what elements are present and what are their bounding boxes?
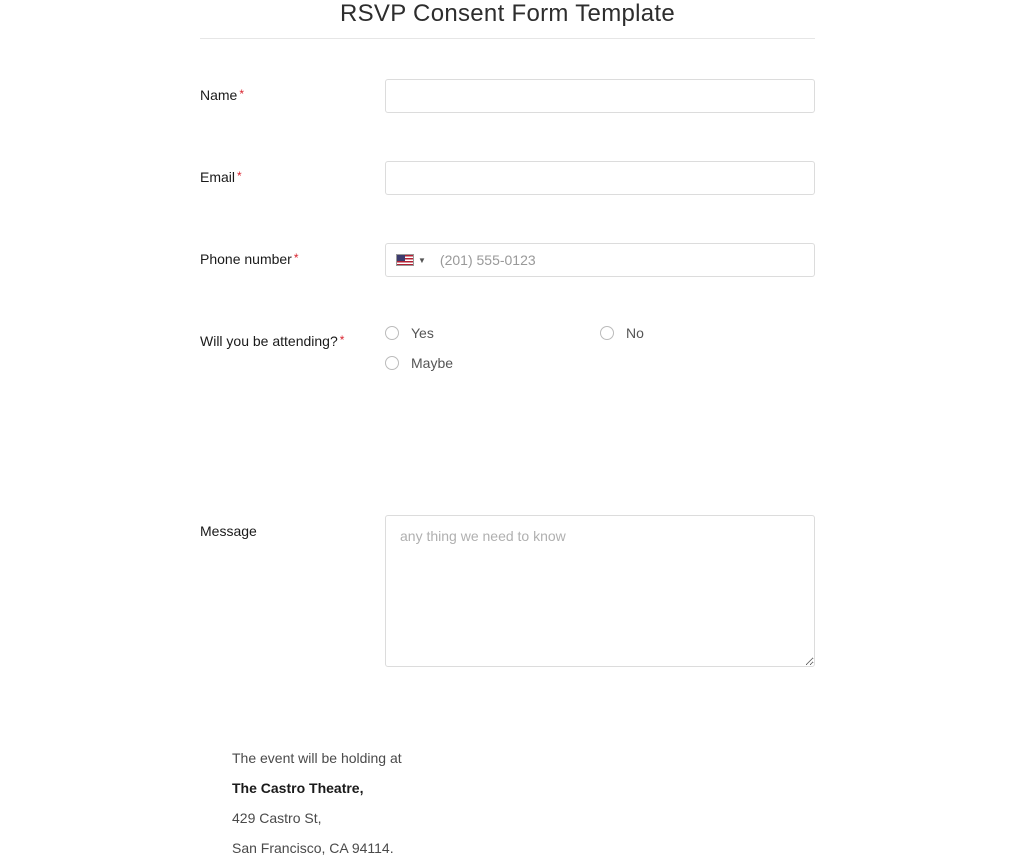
field-attending-row: Will you be attending?* Yes No Maybe bbox=[200, 325, 815, 385]
attending-label: Will you be attending? bbox=[200, 333, 338, 349]
email-input[interactable] bbox=[385, 161, 815, 195]
name-label: Name bbox=[200, 87, 237, 103]
field-phone-row: Phone number* ▼ bbox=[200, 243, 815, 277]
email-label: Email bbox=[200, 169, 235, 185]
field-email-row: Email* bbox=[200, 161, 815, 195]
radio-circle-icon bbox=[385, 356, 399, 370]
field-name-row: Name* bbox=[200, 79, 815, 113]
radio-circle-icon bbox=[385, 326, 399, 340]
event-info: The event will be holding at The Castro … bbox=[200, 750, 815, 856]
required-indicator: * bbox=[340, 333, 345, 347]
name-input[interactable] bbox=[385, 79, 815, 113]
radio-circle-icon bbox=[600, 326, 614, 340]
chevron-down-icon: ▼ bbox=[418, 256, 426, 265]
country-selector[interactable]: ▼ bbox=[386, 254, 432, 266]
form-title: RSVP Consent Form Template bbox=[200, 0, 815, 39]
radio-option-yes[interactable]: Yes bbox=[385, 325, 600, 341]
phone-label: Phone number bbox=[200, 251, 292, 267]
message-label: Message bbox=[200, 523, 257, 539]
attending-radio-group: Yes No Maybe bbox=[385, 325, 815, 385]
radio-option-no[interactable]: No bbox=[600, 325, 815, 341]
event-street: 429 Castro St, bbox=[232, 810, 815, 826]
us-flag-icon bbox=[396, 254, 414, 266]
event-venue: The Castro Theatre, bbox=[232, 780, 815, 796]
required-indicator: * bbox=[294, 251, 299, 265]
event-intro: The event will be holding at bbox=[232, 750, 815, 766]
phone-input[interactable] bbox=[432, 244, 814, 276]
message-textarea[interactable] bbox=[385, 515, 815, 667]
radio-label-maybe: Maybe bbox=[411, 355, 453, 371]
required-indicator: * bbox=[239, 87, 244, 101]
radio-label-yes: Yes bbox=[411, 325, 434, 341]
required-indicator: * bbox=[237, 169, 242, 183]
phone-input-wrap: ▼ bbox=[385, 243, 815, 277]
radio-label-no: No bbox=[626, 325, 644, 341]
event-city: San Francisco, CA 94114. bbox=[232, 840, 815, 856]
radio-option-maybe[interactable]: Maybe bbox=[385, 355, 600, 371]
field-message-row: Message bbox=[200, 515, 815, 672]
